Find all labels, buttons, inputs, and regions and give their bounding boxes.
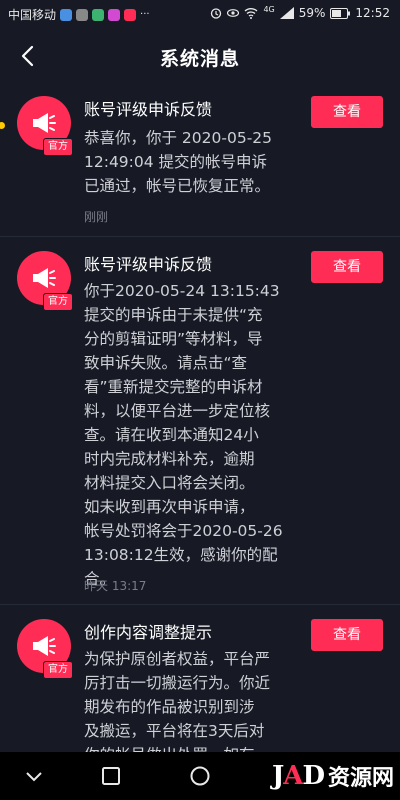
app-notification-icon [60, 8, 73, 21]
view-button[interactable]: 查看 [311, 619, 383, 651]
app-icon [108, 8, 121, 21]
watermark-text: 资源网 [327, 766, 394, 791]
battery-icon [330, 7, 351, 19]
logo-letter-d: D [302, 761, 325, 791]
circle-icon [190, 766, 210, 786]
sim-icon [76, 8, 89, 21]
alarm-icon [211, 8, 222, 19]
watermark: JAD 资源网 [272, 756, 394, 796]
home-button[interactable] [188, 764, 212, 788]
megaphone-icon [33, 268, 56, 288]
chevron-down-icon [26, 772, 42, 782]
header: 系统消息 [0, 28, 400, 84]
clock: 12:52 [355, 6, 390, 20]
status-bar-left: 中国移动 ··· [8, 6, 150, 23]
official-badge: 官方 [43, 138, 73, 156]
wifi-icon [245, 8, 258, 19]
official-badge: 官方 [43, 293, 73, 311]
divider [0, 604, 400, 605]
watermark-logo: JAD [271, 761, 325, 791]
message-title: 创作内容调整提示 [84, 623, 213, 642]
message-time: 昨天 13:17 [84, 579, 147, 593]
view-button[interactable]: 查看 [311, 96, 383, 128]
megaphone-icon [33, 113, 56, 133]
message-time: 刚刚 [84, 210, 109, 224]
more-notifications-icon: ··· [140, 9, 150, 20]
divider [0, 236, 400, 237]
megaphone-icon [33, 636, 56, 656]
signal-icon [279, 7, 294, 19]
recent-apps-button[interactable] [99, 764, 123, 788]
network-type-label: 4G [263, 4, 275, 14]
official-badge: 官方 [43, 661, 73, 679]
view-button[interactable]: 查看 [311, 251, 383, 283]
hide-nav-button[interactable] [22, 764, 46, 788]
message-body: 为保护原创者权益，平台严 厉打击一切搬运行为。你近 期发布的作品被识别到涉 及搬… [84, 650, 271, 764]
unread-indicator [0, 122, 5, 129]
wechat-icon [92, 8, 105, 21]
logo-letter-a: A [283, 761, 303, 791]
message-title: 账号评级申诉反馈 [84, 100, 213, 119]
battery-percent: 59% [298, 6, 326, 20]
logo-letter-j: J [271, 761, 284, 791]
status-bar-right: 4G 59% 12:52 [210, 4, 390, 20]
message-body: 恭喜你，你于 2020-05-25 12:49:04 提交的帐号申诉 已通过，帐… [84, 129, 273, 195]
video-app-icon [124, 8, 137, 21]
message-title: 账号评级申诉反馈 [84, 255, 213, 274]
eye-icon [227, 9, 240, 17]
message-body: 你于2020-05-24 13:15:43 提交的申诉由于未提供“充 分的剪辑证… [84, 282, 283, 588]
page-title: 系统消息 [159, 48, 240, 70]
status-bar: 中国移动 ··· 4G 59% 12:52 [0, 0, 400, 28]
carrier-label: 中国移动 [8, 8, 57, 22]
square-icon [102, 767, 120, 785]
